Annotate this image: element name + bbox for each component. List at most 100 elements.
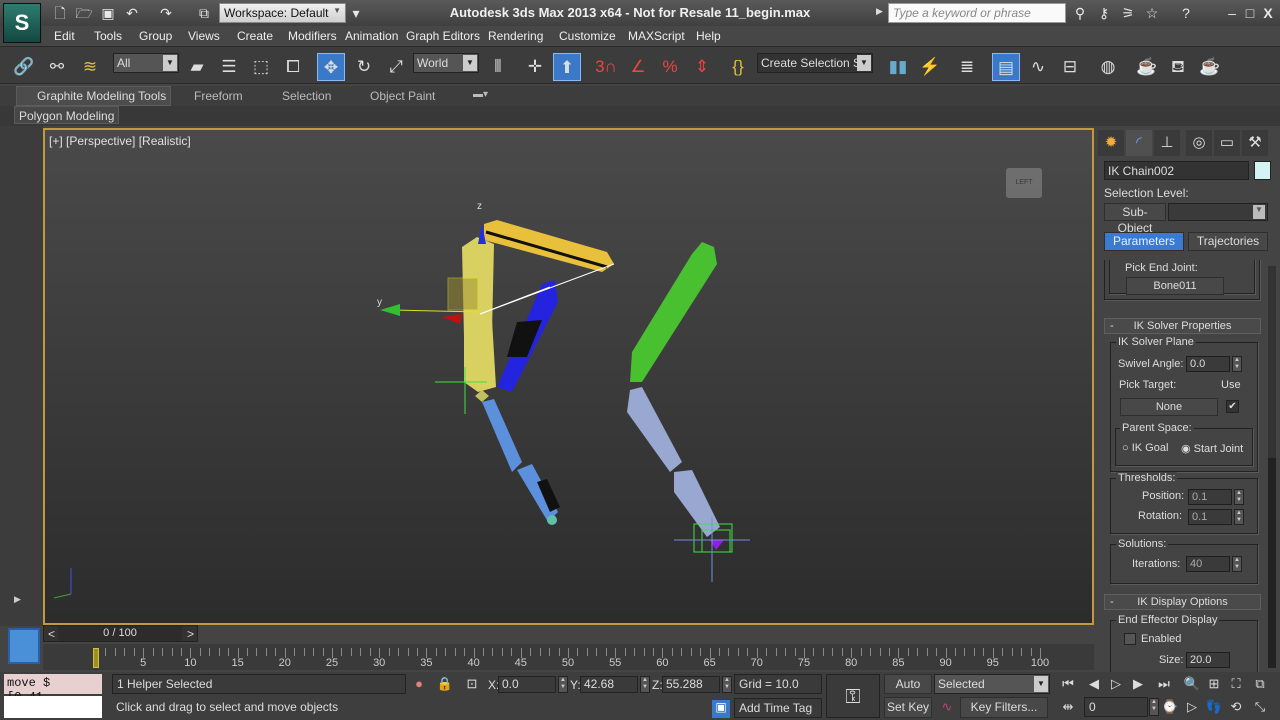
maxscript-listener-output[interactable]: move $ [0,41. <box>4 674 102 704</box>
window-crossing-icon[interactable]: ⧠ <box>279 53 307 81</box>
named-selection-dropdown[interactable]: Create Selection Se ▼ <box>757 53 873 73</box>
zoom-extents-icon[interactable]: ⛶ <box>1226 676 1246 692</box>
render-setup-icon[interactable]: ☕ <box>1133 53 1161 81</box>
new-file-icon[interactable]: 🗋 <box>50 4 70 22</box>
size-field[interactable]: 20.0 <box>1186 652 1230 668</box>
tab-freeform[interactable]: Freeform <box>194 89 243 103</box>
ribbon-options-icon[interactable]: ▬▾ <box>473 89 488 100</box>
iterations-spinner[interactable]: ▲ ▼ <box>1232 556 1242 572</box>
time-slider[interactable]: < 0 / 100 > <box>43 625 198 642</box>
object-name-field[interactable]: IK Chain002 <box>1104 161 1249 180</box>
project-folder-icon[interactable]: ⧉ <box>194 4 214 22</box>
end-joint-button[interactable]: Bone011 <box>1126 277 1224 295</box>
scrollbar-thumb[interactable] <box>1268 458 1276 668</box>
time-slider-prev[interactable]: < <box>48 627 55 641</box>
layer-manager-icon[interactable]: ≣ <box>953 53 981 81</box>
select-and-link-icon[interactable]: 🔗 <box>10 53 38 81</box>
menu-rendering[interactable]: Rendering <box>488 29 543 43</box>
display-tab-icon[interactable]: ▭ <box>1214 130 1240 156</box>
ik-solver-properties-rollout[interactable]: - IK Solver Properties <box>1104 318 1261 334</box>
create-tab-icon[interactable]: ✹ <box>1098 130 1124 156</box>
select-by-name-icon[interactable]: ☰ <box>215 53 243 81</box>
help-icon[interactable]: ? <box>1176 4 1196 22</box>
menu-help[interactable]: Help <box>696 29 721 43</box>
next-frame-icon[interactable]: ▶ <box>1128 676 1148 692</box>
percent-snap-icon[interactable]: % <box>656 53 684 81</box>
edit-named-selection-icon[interactable]: {} <box>724 53 752 81</box>
previous-frame-icon[interactable]: ◀ <box>1084 676 1104 692</box>
tab-graphite-modeling-tools[interactable]: Graphite Modeling Tools <box>16 86 171 106</box>
use-target-checkbox[interactable]: ✔ <box>1226 400 1239 413</box>
schematic-view-icon[interactable]: ⊟ <box>1056 53 1084 81</box>
swivel-angle-field[interactable]: 0.0 <box>1186 356 1230 372</box>
time-configuration-icon[interactable]: ⌚ <box>1160 699 1180 715</box>
expand-arrow-icon[interactable]: ▶ <box>14 594 21 605</box>
menu-tools[interactable]: Tools <box>94 29 122 43</box>
maxscript-input[interactable] <box>4 696 102 718</box>
bind-space-warp-icon[interactable]: ≋ <box>76 53 104 81</box>
y-coordinate-field[interactable]: 42.68 <box>580 676 638 693</box>
walk-through-icon[interactable]: 👣 <box>1204 699 1224 715</box>
go-to-end-icon[interactable]: ⏭ <box>1154 676 1174 692</box>
snaps-toggle-icon[interactable]: 3∩ <box>592 53 620 81</box>
angle-snap-icon[interactable]: ∠ <box>624 53 652 81</box>
set-key-button[interactable]: Set Key <box>884 697 932 718</box>
star-icon[interactable]: ☆ <box>1142 4 1162 22</box>
rectangular-selection-icon[interactable]: ⬚ <box>247 53 275 81</box>
menu-group[interactable]: Group <box>139 29 172 43</box>
pick-target-button[interactable]: None <box>1120 398 1218 416</box>
set-keys-button[interactable]: ⚿ <box>826 674 880 718</box>
menu-graph-editors[interactable]: Graph Editors <box>406 29 480 43</box>
select-object-icon[interactable]: ▰ <box>183 53 211 81</box>
field-of-view-icon[interactable]: ▷ <box>1182 699 1202 715</box>
radio-ik-goal[interactable]: ○ IK Goal <box>1122 442 1168 454</box>
y-spinner[interactable]: ▲ ▼ <box>640 676 650 693</box>
selection-lock-icon[interactable]: 🔒 <box>435 676 455 692</box>
add-time-tag-button[interactable]: Add Time Tag <box>734 698 822 718</box>
menu-edit[interactable]: Edit <box>54 29 75 43</box>
tab-parameters[interactable]: Parameters <box>1104 232 1184 251</box>
key-filters-button[interactable]: Key Filters... <box>960 697 1048 718</box>
maximize-viewport-icon[interactable]: ⤡ <box>1250 699 1270 715</box>
binoculars-icon[interactable]: ⚲ <box>1070 4 1090 22</box>
time-slider-thumb[interactable] <box>93 648 99 668</box>
go-to-start-icon[interactable]: ⏮ <box>1058 676 1078 692</box>
rendered-frame-window-icon[interactable]: ⛾ <box>1164 53 1192 81</box>
search-input[interactable]: Type a keyword or phrase <box>888 3 1066 23</box>
perspective-viewport[interactable]: [+] [Perspective] [Realistic] LEFT y z <box>43 128 1094 625</box>
object-color-swatch[interactable] <box>1254 161 1271 180</box>
menu-modifiers[interactable]: Modifiers <box>288 29 337 43</box>
ik-display-options-rollout[interactable]: - IK Display Options <box>1104 594 1261 610</box>
rotation-threshold-field[interactable]: 0.1 <box>1188 509 1232 525</box>
z-spinner[interactable]: ▲ ▼ <box>722 676 732 693</box>
key-icon[interactable]: ⚷ <box>1094 4 1114 22</box>
hierarchy-tab-icon[interactable]: ⊥ <box>1154 130 1180 156</box>
render-production-icon[interactable]: ☕ <box>1196 53 1224 81</box>
scene-explorer-icon[interactable]: ▤ <box>992 53 1020 81</box>
save-icon[interactable]: ▣ <box>98 4 118 22</box>
rotation-spinner[interactable]: ▲ ▼ <box>1234 509 1244 525</box>
menu-customize[interactable]: Customize <box>559 29 616 43</box>
sub-object-dropdown[interactable]: ▼ <box>1168 203 1268 221</box>
mirror-icon[interactable]: ▮▮ <box>884 53 912 81</box>
menu-views[interactable]: Views <box>188 29 220 43</box>
isolate-selection-icon[interactable]: ● <box>409 676 429 691</box>
redo-icon[interactable]: ↷ <box>156 4 176 22</box>
select-and-scale-icon[interactable]: ⤢ <box>382 53 410 81</box>
minimize-button[interactable]: – <box>1222 4 1242 22</box>
utilities-tab-icon[interactable]: ⚒ <box>1242 130 1268 156</box>
auto-key-button[interactable]: Auto Key <box>884 674 932 709</box>
iterations-field[interactable]: 40 <box>1186 556 1230 572</box>
menu-maxscript[interactable]: MAXScript <box>628 29 685 43</box>
current-frame-spinner[interactable]: ▲ ▼ <box>1149 698 1159 716</box>
position-threshold-field[interactable]: 0.1 <box>1188 489 1232 505</box>
keyboard-shortcut-override-icon[interactable]: ⬆ <box>553 53 581 81</box>
zoom-extents-all-icon[interactable]: ⧉ <box>1250 676 1270 692</box>
pivot-center-icon[interactable]: ⫴ <box>484 53 512 81</box>
orbit-icon[interactable]: ⟲ <box>1226 699 1246 715</box>
key-mode-toggle-icon[interactable]: ⇹ <box>1058 699 1078 715</box>
key-mode-dropdown[interactable]: Selected ▼ <box>934 674 1050 694</box>
workspace-dropdown[interactable]: Workspace: Default ▼ <box>219 3 346 23</box>
open-file-icon[interactable]: 🗁 <box>74 4 94 22</box>
curve-editor-icon[interactable]: ∿ <box>1024 53 1052 81</box>
